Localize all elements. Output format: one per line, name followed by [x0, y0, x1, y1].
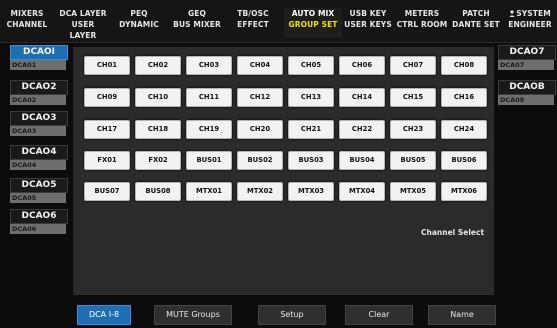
channel-button[interactable]: CH21	[288, 120, 334, 139]
dca-button-03[interactable]: DCAO3	[10, 111, 68, 126]
channel-select-panel: CH01 CH02 CH03 CH04 CH05 CH06 CH07 CH08 …	[73, 47, 494, 295]
channel-button[interactable]: MTX01	[186, 182, 232, 201]
channel-button[interactable]: CH01	[84, 56, 130, 75]
tab-line1: USB KEY	[349, 9, 387, 18]
tab-line2: USER LAYER	[69, 20, 97, 40]
channel-button[interactable]: CH10	[135, 88, 181, 107]
dca-button-05[interactable]: DCAO5	[10, 178, 68, 193]
user-icon	[509, 10, 515, 17]
dca-button-07[interactable]: DCAO7	[498, 45, 556, 60]
tab-geq-bus-mixer[interactable]: GEQ BUS MIXER	[172, 8, 222, 38]
tab-line2: CTRL ROOM	[396, 20, 448, 29]
channel-button[interactable]: CH16	[441, 88, 487, 107]
dca-label-07: DCA07	[498, 60, 554, 70]
tab-line2: CHANNEL	[6, 20, 48, 29]
channel-button[interactable]: FX01	[84, 151, 130, 170]
channel-button[interactable]: BUS01	[186, 151, 232, 170]
name-button[interactable]: Name	[428, 305, 496, 325]
tab-patch-dante-set[interactable]: PATCH DANTE SET	[451, 8, 501, 38]
channel-button[interactable]: FX02	[135, 151, 181, 170]
clear-button[interactable]: Clear	[345, 305, 413, 325]
dca-label-04: DCA04	[10, 160, 66, 170]
tab-usb-key-user-keys[interactable]: USB KEY USER KEYS	[344, 8, 392, 38]
tab-dca-layer-user-layer[interactable]: DCA LAYER USER LAYER	[58, 8, 108, 40]
channel-button[interactable]: BUS04	[339, 151, 385, 170]
channel-button[interactable]: CH13	[288, 88, 334, 107]
channel-button[interactable]: CH02	[135, 56, 181, 75]
channel-button[interactable]: CH04	[237, 56, 283, 75]
tab-line2: DYNAMIC	[119, 20, 159, 29]
channel-button[interactable]: CH08	[441, 56, 487, 75]
channel-button[interactable]: CH07	[390, 56, 436, 75]
dca-button-04[interactable]: DCAO4	[10, 145, 68, 160]
tab-line1: METERS	[404, 9, 440, 18]
dca-button-08[interactable]: DCAOB	[498, 80, 556, 95]
tab-line2: DANTE SET	[452, 20, 500, 29]
dca-label-02: DCA02	[10, 95, 66, 105]
tab-peq-dynamic[interactable]: PEQ DYNAMIC	[116, 8, 162, 38]
tab-line1: PEQ	[130, 9, 148, 18]
tab-line2: USER KEYS	[344, 20, 392, 29]
channel-button[interactable]: BUS07	[84, 182, 130, 201]
channel-button[interactable]: BUS05	[390, 151, 436, 170]
channel-button[interactable]: CH03	[186, 56, 232, 75]
dca-button-06[interactable]: DCAO6	[10, 209, 68, 224]
channel-button[interactable]: MTX03	[288, 182, 334, 201]
setup-button[interactable]: Setup	[258, 305, 326, 325]
mute-groups-button[interactable]: MUTE Groups	[154, 305, 232, 325]
channel-button[interactable]: MTX05	[390, 182, 436, 201]
dca-button-02[interactable]: DCAO2	[10, 80, 68, 95]
tab-line1: AUTO MIX	[291, 9, 335, 18]
channel-button[interactable]: CH17	[84, 120, 130, 139]
channel-button[interactable]: BUS02	[237, 151, 283, 170]
dca-label-08: DCA08	[498, 95, 554, 105]
channel-button[interactable]: BUS03	[288, 151, 334, 170]
channel-button[interactable]: MTX02	[237, 182, 283, 201]
channel-select-label: Channel Select	[421, 228, 485, 237]
channel-button[interactable]: CH19	[186, 120, 232, 139]
tab-line2: ENGINEER	[508, 20, 552, 29]
tab-line1: DCA LAYER	[59, 9, 107, 18]
channel-button[interactable]: CH18	[135, 120, 181, 139]
channel-button[interactable]: CH05	[288, 56, 334, 75]
channel-button[interactable]: CH11	[186, 88, 232, 107]
tab-line2: EFFECT	[237, 20, 269, 29]
channel-button[interactable]: CH23	[390, 120, 436, 139]
channel-button[interactable]: MTX04	[339, 182, 385, 201]
dca-button-01[interactable]: DCAOI	[10, 45, 68, 60]
tab-meters-ctrl-room[interactable]: METERS CTRL ROOM	[396, 8, 448, 38]
tab-mixers-channel[interactable]: MIXERS CHANNEL	[4, 8, 50, 38]
channel-button[interactable]: CH24	[441, 120, 487, 139]
channel-button[interactable]: CH22	[339, 120, 385, 139]
tab-system-engineer[interactable]: SYSTEM ENGINEER	[505, 8, 555, 38]
channel-button[interactable]: CH14	[339, 88, 385, 107]
channel-button[interactable]: CH12	[237, 88, 283, 107]
dca-1-8-button[interactable]: DCA I-8	[77, 305, 131, 325]
tab-line1-text: SYSTEM	[516, 9, 551, 18]
channel-button[interactable]: CH09	[84, 88, 130, 107]
tab-line1: PATCH	[462, 9, 490, 18]
dca-label-05: DCA05	[10, 193, 66, 203]
channel-button[interactable]: CH20	[237, 120, 283, 139]
tab-tb-osc-effect[interactable]: TB/OSC EFFECT	[230, 8, 276, 38]
tab-line2: GROUP SET	[288, 20, 338, 29]
channel-button[interactable]: BUS06	[441, 151, 487, 170]
channel-button[interactable]: MTX06	[441, 182, 487, 201]
top-navigation-bar: MIXERS CHANNEL DCA LAYER USER LAYER PEQ …	[0, 0, 557, 43]
tab-line1: SYSTEM	[505, 8, 555, 19]
tab-line1: TB/OSC	[237, 9, 269, 18]
tab-auto-mix-group-set[interactable]: AUTO MIX GROUP SET	[284, 8, 342, 38]
tab-line2: BUS MIXER	[173, 20, 221, 29]
dca-label-06: DCA06	[10, 224, 66, 234]
dca-label-01: DCA01	[10, 60, 66, 70]
channel-button[interactable]: CH06	[339, 56, 385, 75]
tab-line1: GEQ	[188, 9, 206, 18]
dca-label-03: DCA03	[10, 126, 66, 136]
channel-button[interactable]: CH15	[390, 88, 436, 107]
channel-button[interactable]: BUS08	[135, 182, 181, 201]
tab-line1: MIXERS	[10, 9, 44, 18]
